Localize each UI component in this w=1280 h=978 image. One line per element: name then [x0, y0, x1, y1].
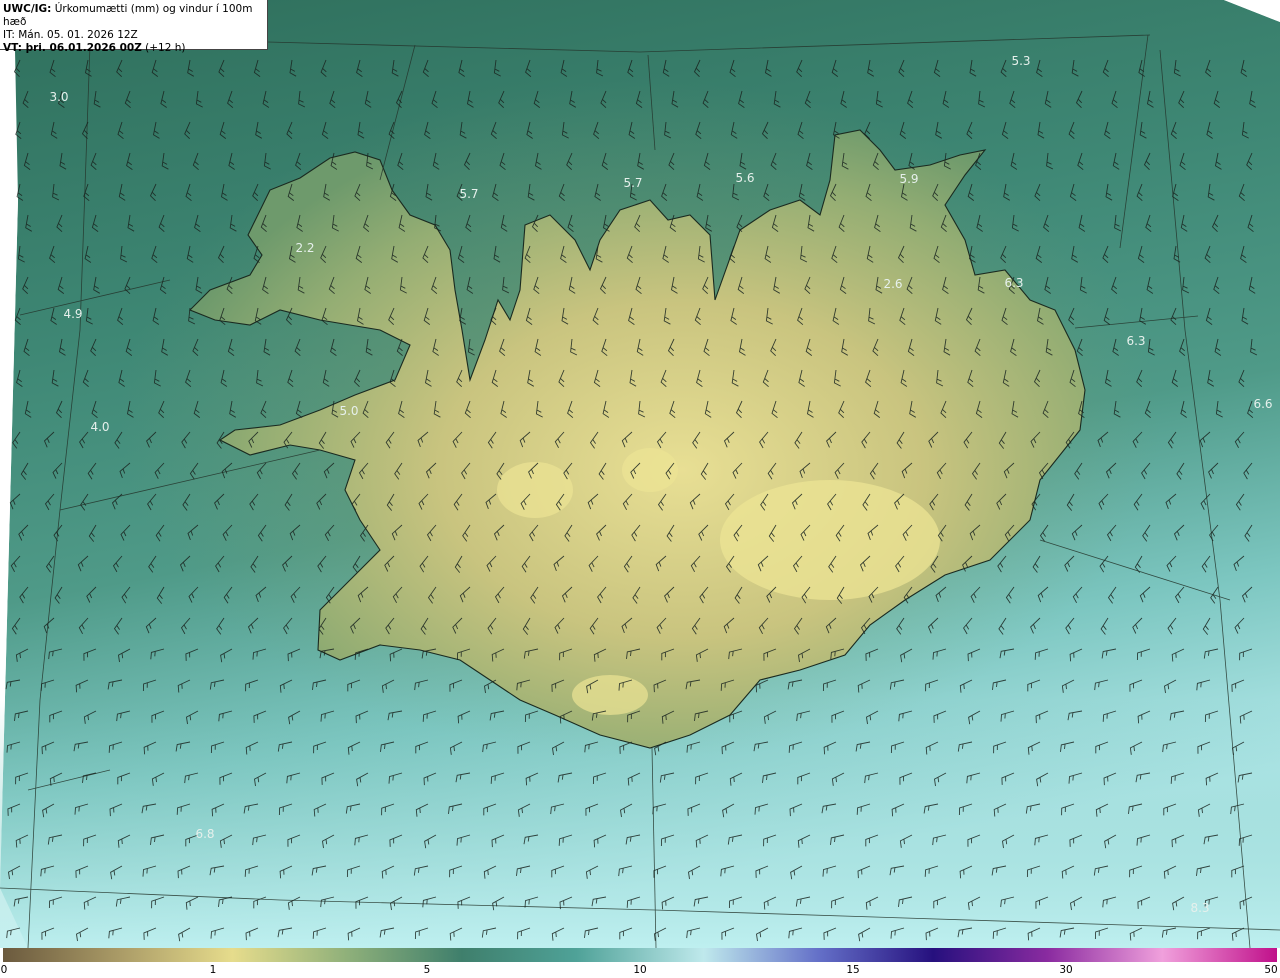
- value-label: 5.6: [735, 171, 755, 185]
- model-code: UWC/IG:: [3, 3, 52, 15]
- valid-time: VT: þri. 06.01.2026 00Z: [3, 42, 142, 54]
- value-label: 5.3: [1011, 54, 1031, 68]
- colorbar-tick: 10: [633, 964, 647, 976]
- value-label: 2.6: [883, 277, 903, 291]
- value-label: 8.3: [1190, 901, 1210, 915]
- value-label: 6.3: [1004, 276, 1024, 290]
- header-line-valid-time: VT: þri. 06.01.2026 00Z (+12 h): [3, 42, 264, 55]
- value-label: 5.9: [899, 172, 919, 186]
- glacier-myrdalsjokull: [572, 675, 648, 715]
- glacier-hofsjokull: [622, 448, 678, 492]
- value-label: 4.9: [63, 307, 83, 321]
- value-label: 3.0: [49, 90, 69, 104]
- value-label: 2.2: [295, 241, 315, 255]
- precipitation-wind-map: [0, 0, 1280, 948]
- glacier-langjokull: [497, 462, 573, 518]
- glacier-vatnajokull: [720, 480, 940, 600]
- value-label: 6.6: [1253, 397, 1273, 411]
- colorbar-legend: 0 1 5 10 15 30 50: [0, 948, 1280, 978]
- colorbar-strip: [3, 948, 1277, 962]
- colorbar-tick: 1: [209, 964, 217, 976]
- value-label: 5.7: [623, 176, 643, 190]
- value-label: 5.7: [459, 187, 479, 201]
- weather-map-root: UWC/IG: Úrkomumætti (mm) og vindur í 100…: [0, 0, 1280, 978]
- header-line-init-time: IT: Mán. 05. 01. 2026 12Z: [3, 29, 138, 41]
- colorbar-tick: 50: [1264, 964, 1278, 976]
- map-header: UWC/IG: Úrkomumætti (mm) og vindur í 100…: [0, 0, 268, 54]
- header-line-title: UWC/IG: Úrkomumætti (mm) og vindur í 100…: [3, 3, 264, 29]
- value-label: 4.0: [90, 420, 110, 434]
- value-label: 5.0: [339, 404, 359, 418]
- colorbar-tick: 30: [1059, 964, 1073, 976]
- value-label: 6.8: [195, 827, 215, 841]
- value-label: 6.3: [1126, 334, 1146, 348]
- forecast-hour: (+12 h): [141, 42, 186, 54]
- colorbar-tick: 15: [846, 964, 860, 976]
- colorbar-tick: 5: [423, 964, 431, 976]
- colorbar-tick: 0: [0, 964, 8, 976]
